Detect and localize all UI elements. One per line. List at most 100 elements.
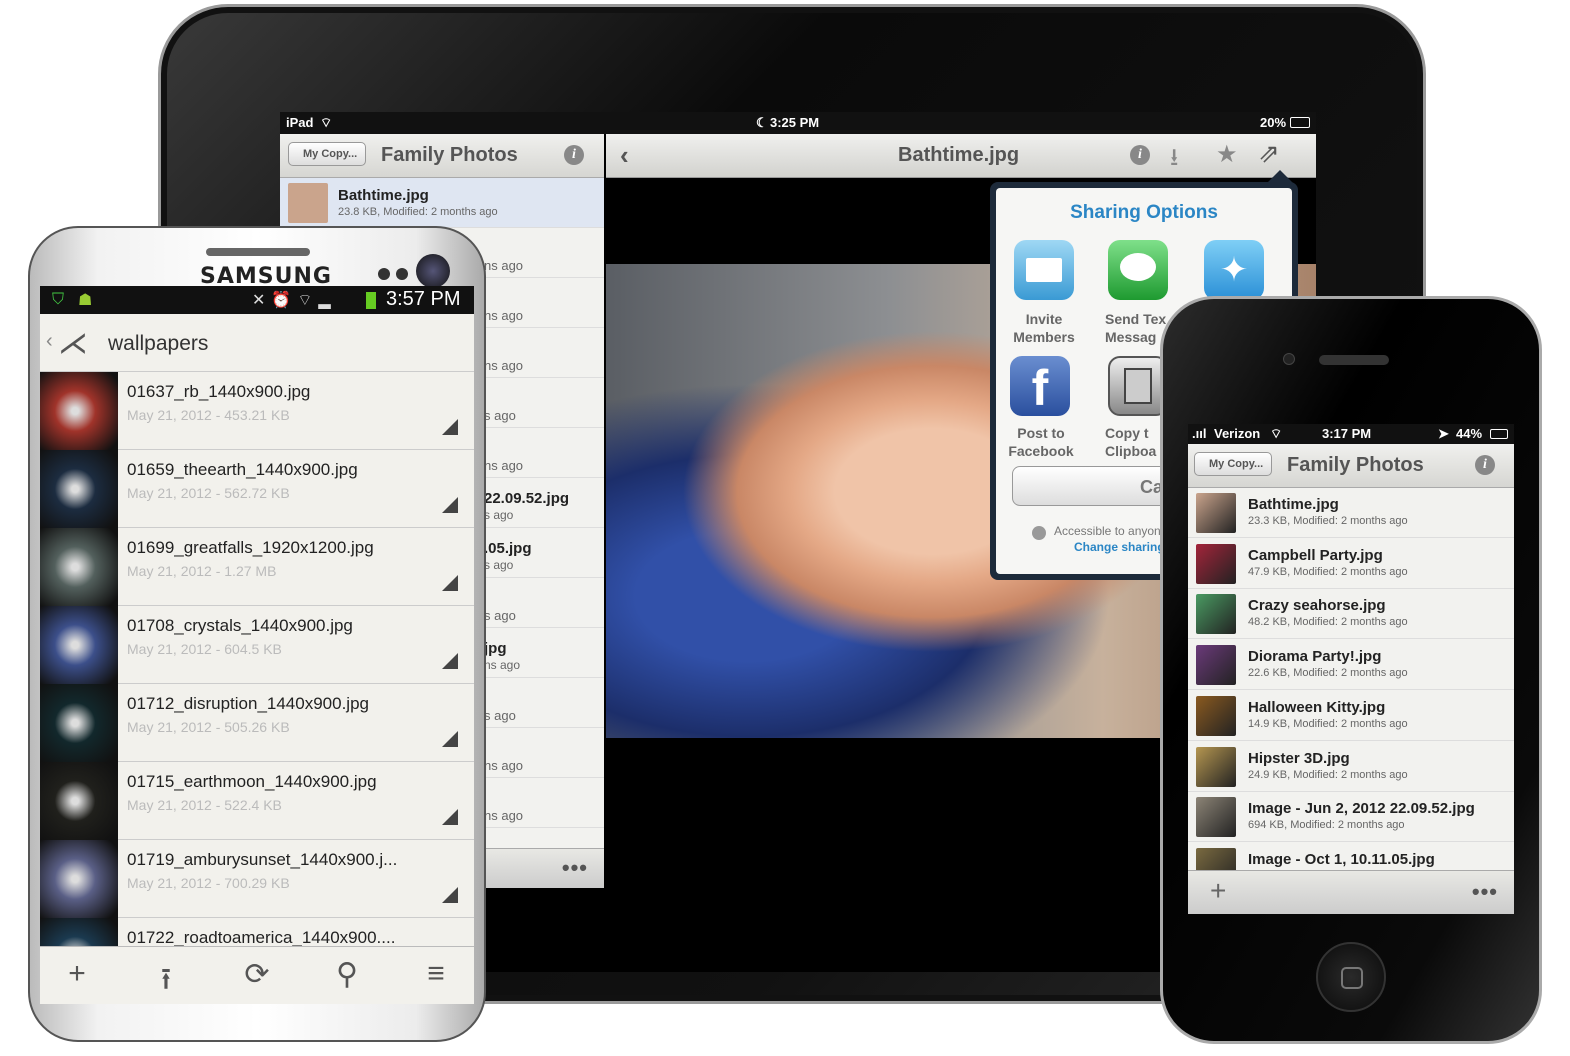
menu-icon[interactable]: ≡ (416, 957, 456, 991)
overflow-corner-icon[interactable] (442, 419, 458, 435)
iphone-toolbar: + ••• (1188, 870, 1514, 914)
wifi-icon: ⌔ (1270, 426, 1283, 441)
list-item-fragment: jpg (484, 640, 507, 657)
list-item[interactable]: Bathtime.jpg 23.3 KB, Modified: 2 months … (1188, 488, 1514, 538)
more-icon[interactable]: ••• (1472, 879, 1498, 905)
file-meta: 22.6 KB, Modified: 2 months ago (1248, 667, 1408, 680)
battery-icon (1490, 429, 1508, 439)
file-name: Image - Oct 1, 10.11.05.jpg (1248, 850, 1435, 868)
clipboard-icon[interactable] (1108, 356, 1168, 416)
list-item[interactable]: Diorama Party!.jpg 22.6 KB, Modified: 2 m… (1188, 640, 1514, 691)
home-button[interactable] (1316, 942, 1386, 1012)
search-icon[interactable]: ⚲ (327, 957, 367, 992)
more-icon[interactable]: ••• (562, 855, 588, 881)
list-item-fragment: ns ago (484, 808, 524, 823)
file-thumbnail (40, 606, 118, 684)
file-thumbnail (1196, 594, 1236, 635)
list-item[interactable]: 01715_earthmoon_1440x900.jpg May 21, 2012… (40, 762, 474, 840)
list-item[interactable]: Halloween Kitty.jpg 14.9 KB, Modified: 2 … (1188, 691, 1514, 741)
add-icon[interactable]: + (1210, 875, 1226, 907)
overflow-corner-icon[interactable] (442, 653, 458, 669)
list-item[interactable]: 01719_amburysunset_1440x900.j... May 21, … (40, 840, 474, 918)
list-item-fragment: s ago (484, 408, 516, 423)
chevron-left-icon[interactable]: ‹ (620, 140, 629, 171)
info-icon[interactable]: i (564, 145, 584, 165)
file-name: 01712_disruption_1440x900.jpg (127, 694, 369, 713)
file-meta: May 21, 2012 - 1.27 MB (127, 563, 277, 579)
list-item[interactable]: 01712_disruption_1440x900.jpg May 21, 201… (40, 684, 474, 762)
upload-icon[interactable]: ⭱ (146, 957, 186, 1004)
message-icon[interactable] (1108, 240, 1168, 300)
list-item[interactable]: Crazy seahorse.jpg 48.2 KB, Modified: 2 m… (1188, 589, 1514, 640)
wifi-icon: ⌔ (320, 115, 333, 130)
iphone-nav-bar: My Copy... Family Photos i (1188, 444, 1514, 488)
file-thumbnail (1196, 797, 1236, 838)
file-thumbnail (1196, 746, 1236, 787)
list-item-fragment: ns ago (484, 358, 524, 373)
add-icon[interactable]: + (57, 957, 97, 991)
sharing-title: Sharing Options (1070, 202, 1218, 223)
back-button[interactable]: My Copy... (288, 142, 367, 166)
folder-header: ‹ ⋌ wallpapers (40, 314, 474, 372)
shield-icon: ⛉ (52, 291, 65, 308)
file-meta: 47.9 KB, Modified: 2 months ago (1248, 565, 1408, 578)
iphone-battery-text: 44% (1456, 426, 1483, 441)
share-icon[interactable]: ⇗ (1258, 138, 1280, 169)
popover-arrow (1266, 170, 1294, 184)
sensor-icon (378, 268, 390, 280)
file-meta: 23.8 KB, Modified: 2 months ago (338, 206, 498, 218)
overflow-corner-icon[interactable] (442, 809, 458, 825)
list-item-fragment: s ago (484, 558, 514, 572)
file-meta: 23.3 KB, Modified: 2 months ago (1248, 515, 1408, 527)
earpiece (1319, 355, 1389, 365)
list-item[interactable]: Bathtime.jpg 23.8 KB, Modified: 2 months… (280, 178, 604, 228)
file-thumbnail (40, 840, 118, 918)
android-status-bar: ⛉ ☗ ✕⏰⌔▂ 3:57 PM (40, 286, 474, 314)
file-name: Campbell Party.jpg (1248, 546, 1383, 564)
back-button[interactable]: My Copy... (1194, 452, 1273, 476)
star-icon[interactable]: ★ (1216, 140, 1238, 169)
speaker-grille (206, 248, 310, 256)
chevron-left-icon[interactable]: ‹ (46, 330, 53, 353)
download-icon[interactable]: ⭳ (1170, 140, 1178, 181)
front-camera (1283, 353, 1295, 365)
info-icon[interactable]: i (1475, 455, 1495, 475)
info-icon[interactable]: i (1130, 145, 1150, 165)
file-thumbnail (288, 183, 328, 223)
overflow-corner-icon[interactable] (442, 887, 458, 903)
list-item[interactable]: 01659_theearth_1440x900.jpg May 21, 2012 … (40, 450, 474, 528)
file-name: Bathtime.jpg (338, 187, 429, 204)
file-name: Image - Jun 2, 2012 22.09.52.jpg (1248, 800, 1475, 818)
list-item[interactable]: 01637_rb_1440x900.jpg May 21, 2012 - 453.… (40, 372, 474, 450)
list-item[interactable]: Campbell Party.jpg 47.9 KB, Modified: 2 m… (1188, 539, 1514, 589)
file-thumbnail (40, 372, 118, 450)
change-sharing-link[interactable]: Change sharing (1074, 540, 1165, 554)
iphone-status-bar: .ııl Verizon ⌔ 3:17 PM ➤ 44% (1188, 424, 1514, 444)
facebook-icon[interactable]: f (1010, 356, 1070, 416)
file-thumbnail (40, 528, 118, 606)
ipad-status-bar: iPad ⌔ ☾ 3:25 PM 20% (280, 112, 1316, 134)
iphone-clock: 3:17 PM (1322, 426, 1372, 441)
list-item[interactable]: Image - Jun 2, 2012 22.09.52.jpg 694 KB, … (1188, 792, 1514, 843)
twitter-icon[interactable]: ✦ (1204, 240, 1264, 300)
list-item[interactable]: Hipster 3D.jpg 24.9 KB, Modified: 2 month… (1188, 742, 1514, 792)
sync-icon[interactable]: ⟳ (237, 957, 277, 992)
overflow-corner-icon[interactable] (442, 497, 458, 513)
file-meta: May 21, 2012 - 562.72 KB (127, 485, 290, 501)
file-thumbnail (40, 450, 118, 528)
android-toolbar: + ⭱ ⟳ ⚲ ≡ (40, 946, 474, 1004)
overflow-corner-icon[interactable] (442, 731, 458, 747)
mail-icon[interactable] (1014, 240, 1074, 300)
file-name: 01659_theearth_1440x900.jpg (127, 460, 358, 479)
file-thumbnail (1196, 695, 1236, 736)
list-item-fragment: s ago (484, 608, 516, 623)
overflow-corner-icon[interactable] (442, 575, 458, 591)
list-item-fragment: ns ago (484, 758, 524, 773)
list-item-fragment: 22.09.52.jpg (484, 490, 570, 507)
list-item[interactable]: 01699_greatfalls_1920x1200.jpg May 21, 20… (40, 528, 474, 606)
list-item-fragment: s ago (484, 708, 516, 723)
home-square-icon (1341, 967, 1363, 989)
file-name: Bathtime.jpg (1248, 496, 1339, 513)
viewer-title: Bathtime.jpg (898, 144, 1020, 166)
list-item[interactable]: 01708_crystals_1440x900.jpg May 21, 2012 … (40, 606, 474, 684)
